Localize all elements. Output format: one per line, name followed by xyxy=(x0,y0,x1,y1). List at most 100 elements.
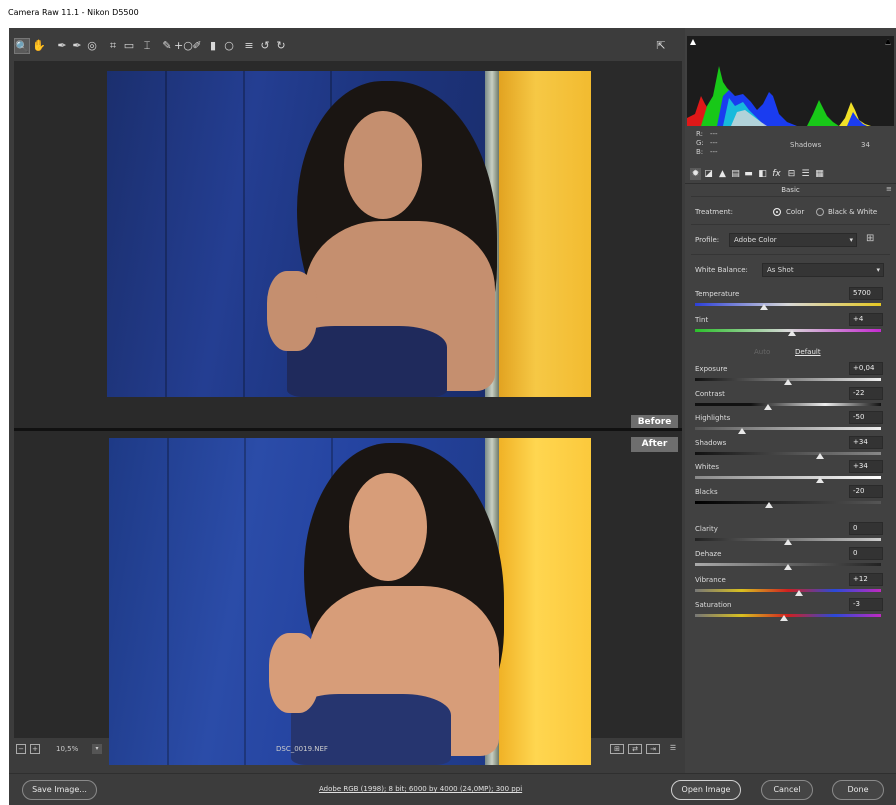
tab-lens-corrections-icon[interactable]: ◧ xyxy=(757,168,768,180)
spot-removal-tool-icon[interactable]: ✎ xyxy=(159,38,175,54)
tab-hsl-icon[interactable]: ▤ xyxy=(730,168,741,180)
after-label: After xyxy=(631,437,678,452)
preferences-tool-icon[interactable]: ≡ xyxy=(241,38,257,54)
tab-presets-icon[interactable]: ☰ xyxy=(800,168,811,180)
blacks-value-field[interactable]: -20 xyxy=(849,485,883,498)
whites-value-field[interactable]: +34 xyxy=(849,460,883,473)
copy-settings-icon[interactable]: ⇥ xyxy=(646,744,660,754)
panel-menu-icon[interactable]: ≡ xyxy=(886,185,892,193)
auto-button[interactable]: Auto xyxy=(754,348,770,356)
temperature-slider-thumb[interactable] xyxy=(759,304,768,310)
white-balance-dropdown[interactable]: As Shot ▾ xyxy=(762,263,884,277)
zoom-level[interactable]: 10,5% xyxy=(56,745,78,753)
default-button[interactable]: Default xyxy=(795,348,821,356)
tab-effects-icon[interactable]: fx xyxy=(771,168,782,180)
saturation-value-field[interactable]: -3 xyxy=(849,598,883,611)
histogram xyxy=(687,36,894,126)
blacks-slider-track[interactable] xyxy=(695,501,881,504)
camera-raw-window: 🔍 ✋ ✒ ✒ ◎ ⌗ ▭ ⌶ ✎ +○ ✐ ▮ ○ ≡ ↺ ↻ ⇱ Before xyxy=(9,28,896,805)
whites-slider-thumb[interactable] xyxy=(815,477,824,483)
g-value: --- xyxy=(710,139,718,147)
after-photo xyxy=(109,438,591,765)
adjustment-brush-tool-icon[interactable]: ✐ xyxy=(189,38,205,54)
temperature-label: Temperature xyxy=(695,290,740,298)
red-eye-tool-icon[interactable]: +○ xyxy=(174,38,193,54)
swap-settings-icon[interactable]: ⇄ xyxy=(628,744,642,754)
tab-detail-icon[interactable]: ▲ xyxy=(717,168,728,180)
white-balance-label: White Balance: xyxy=(695,266,748,274)
zoom-in-button[interactable]: + xyxy=(30,744,40,754)
treatment-color-radio[interactable] xyxy=(773,208,781,216)
blacks-slider-thumb[interactable] xyxy=(765,502,774,508)
workflow-options-link[interactable]: Adobe RGB (1998); 8 bit; 6000 by 4000 (2… xyxy=(319,785,522,793)
profile-browser-icon[interactable]: ⊞ xyxy=(866,233,874,244)
filename-label: DSC_0019.NEF xyxy=(276,745,328,753)
tab-snapshots-icon[interactable]: ▦ xyxy=(814,168,825,180)
blacks-label: Blacks xyxy=(695,488,718,496)
whites-slider-track[interactable] xyxy=(695,476,881,479)
contrast-slider-track[interactable] xyxy=(695,403,881,406)
profile-label: Profile: xyxy=(695,236,720,244)
tab-calibration-icon[interactable]: ⊟ xyxy=(786,168,797,180)
shadows-value-field[interactable]: +34 xyxy=(849,436,883,449)
vibrance-label: Vibrance xyxy=(695,576,726,584)
white-balance-tool-icon[interactable]: ✒ xyxy=(54,38,70,54)
dehaze-slider-thumb[interactable] xyxy=(784,564,792,570)
targeted-adjustment-tool-icon[interactable]: ◎ xyxy=(84,38,100,54)
graduated-filter-tool-icon[interactable]: ▮ xyxy=(205,38,221,54)
highlights-slider-thumb[interactable] xyxy=(737,428,746,434)
status-bar: − + 10,5% ▾ DSC_0019.NEF ⊞ ⇄ ⇥ ☰ xyxy=(14,741,682,759)
contrast-value-field[interactable]: -22 xyxy=(849,387,883,400)
zoom-dropdown-icon[interactable]: ▾ xyxy=(92,744,102,754)
rotate-left-tool-icon[interactable]: ↺ xyxy=(257,38,273,54)
treatment-color-label[interactable]: Color xyxy=(786,208,804,216)
crop-tool-icon[interactable]: ⌗ xyxy=(105,38,121,54)
radial-filter-tool-icon[interactable]: ○ xyxy=(221,38,237,54)
tint-value-field[interactable]: +4 xyxy=(849,313,883,326)
exposure-value-field[interactable]: +0,04 xyxy=(849,362,883,375)
zoom-out-button[interactable]: − xyxy=(16,744,26,754)
tab-split-toning-icon[interactable]: ▬ xyxy=(743,168,754,180)
r-value: --- xyxy=(710,130,718,138)
saturation-label: Saturation xyxy=(695,601,732,609)
rotate-right-tool-icon[interactable]: ↻ xyxy=(273,38,289,54)
vibrance-slider-track[interactable] xyxy=(695,589,881,592)
before-photo xyxy=(107,71,591,397)
saturation-slider-thumb[interactable] xyxy=(780,615,789,621)
vibrance-value-field[interactable]: +12 xyxy=(849,573,883,586)
fullscreen-toggle-icon[interactable]: ⇱ xyxy=(653,38,669,54)
shadows-slider-thumb[interactable] xyxy=(815,453,824,459)
vibrance-slider-thumb[interactable] xyxy=(795,590,804,596)
tint-slider-thumb[interactable] xyxy=(787,330,796,336)
done-button[interactable]: Done xyxy=(832,780,884,800)
treatment-bw-radio[interactable] xyxy=(816,208,824,216)
transform-tool-icon[interactable]: ⌶ xyxy=(139,38,155,54)
panel-tabs: ✹ ◪ ▲ ▤ ▬ ◧ fx ⊟ ☰ ▦ xyxy=(685,167,896,184)
whites-label: Whites xyxy=(695,463,720,471)
cancel-button[interactable]: Cancel xyxy=(761,780,813,800)
clarity-value-field[interactable]: 0 xyxy=(849,522,883,535)
clarity-slider-thumb[interactable] xyxy=(784,539,792,545)
treatment-bw-label[interactable]: Black & White xyxy=(828,208,877,216)
save-image-button[interactable]: Save Image... xyxy=(22,780,97,800)
highlights-slider-track[interactable] xyxy=(695,427,881,430)
toggle-settings-icon[interactable]: ☰ xyxy=(666,744,680,754)
exposure-slider-thumb[interactable] xyxy=(784,379,792,385)
tab-tone-curve-icon[interactable]: ◪ xyxy=(703,168,714,180)
dehaze-value-field[interactable]: 0 xyxy=(849,547,883,560)
contrast-slider-thumb[interactable] xyxy=(763,404,772,410)
profile-dropdown[interactable]: Adobe Color ▾ xyxy=(729,233,857,247)
before-after-toggle-icon[interactable]: ⊞ xyxy=(610,744,624,754)
tab-basic-icon[interactable]: ✹ xyxy=(690,168,701,180)
open-image-button[interactable]: Open Image xyxy=(671,780,741,800)
hand-tool-icon[interactable]: ✋ xyxy=(31,38,47,54)
temperature-value-field[interactable]: 5700 xyxy=(849,287,883,300)
shadows-slider-track[interactable] xyxy=(695,452,881,455)
temperature-slider-track[interactable] xyxy=(695,303,881,306)
zoom-tool-icon[interactable]: 🔍 xyxy=(14,38,30,54)
profile-value: Adobe Color xyxy=(734,236,777,244)
straighten-tool-icon[interactable]: ▭ xyxy=(121,38,137,54)
color-sampler-tool-icon[interactable]: ✒ xyxy=(69,38,85,54)
bottom-bar: Save Image... Adobe RGB (1998); 8 bit; 6… xyxy=(9,773,896,805)
highlights-value-field[interactable]: -50 xyxy=(849,411,883,424)
